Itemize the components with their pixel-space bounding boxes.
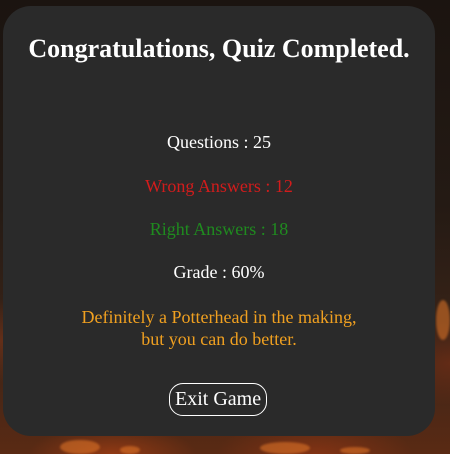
feedback-message-line-2: but you can do better. [141, 329, 297, 349]
feedback-message-line-1: Definitely a Potterhead in the making, [81, 307, 357, 327]
right-answers-count: Right Answers : 18 [149, 219, 289, 239]
feedback-message: Definitely a Potterhead in the making, b… [3, 306, 435, 350]
wrong-answers-count: Wrong Answers : 12 [145, 176, 293, 196]
ember-glow [60, 440, 100, 454]
grade-value: Grade : 60% [173, 262, 265, 282]
ember-glow [260, 442, 310, 454]
results-title: Congratulations, Quiz Completed. [28, 34, 410, 63]
exit-game-button[interactable]: Exit Game [169, 383, 268, 416]
quiz-results-card: Congratulations, Quiz Completed. Questio… [3, 6, 435, 436]
questions-count: Questions : 25 [166, 132, 271, 152]
ember-glow [436, 300, 450, 340]
ember-glow [340, 447, 370, 454]
ember-glow [120, 446, 140, 454]
